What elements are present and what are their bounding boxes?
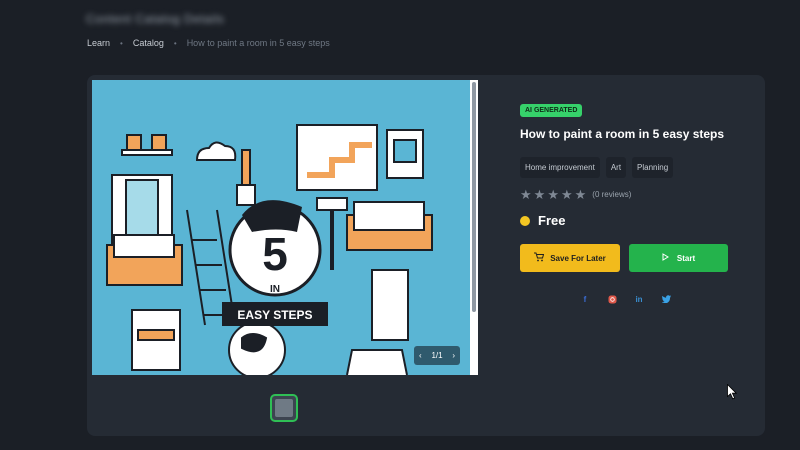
instagram-icon[interactable] <box>607 294 617 304</box>
breadcrumb-separator: • <box>173 38 177 48</box>
pager-count: 1/1 <box>431 351 443 360</box>
star-icon: ★ <box>574 187 587 202</box>
breadcrumb-separator: • <box>120 38 123 48</box>
mouse-cursor-icon <box>727 384 737 400</box>
coin-icon <box>520 215 530 226</box>
breadcrumb-current: How to paint a room in 5 easy steps <box>186 38 330 48</box>
course-cover-illustration: 5 IN EASY STEPS <box>92 80 470 375</box>
image-pager[interactable]: ‹ 1/1 › <box>414 346 460 365</box>
pager-prev-icon[interactable]: ‹ <box>419 351 422 360</box>
start-label: Start <box>676 253 696 263</box>
star-icon: ★ <box>547 187 559 202</box>
price-label: Free <box>538 213 566 228</box>
media-thumbnail[interactable] <box>270 394 298 422</box>
save-for-later-button[interactable]: Save For Later <box>520 244 620 272</box>
illustration-word: IN <box>270 284 280 295</box>
save-for-later-label: Save For Later <box>550 253 606 263</box>
pager-next-icon[interactable]: › <box>452 351 455 360</box>
star-icon: ★ <box>560 187 573 202</box>
action-buttons: Save For Later Start <box>520 244 750 272</box>
illustration-number: 5 <box>262 228 288 280</box>
breadcrumb-catalog[interactable]: Catalog <box>133 38 164 48</box>
ai-generated-badge: AI GENERATED <box>520 104 583 117</box>
star-icon: ★ <box>520 187 532 202</box>
price: Free <box>520 213 750 228</box>
start-button[interactable]: Start <box>629 244 728 272</box>
breadcrumb: Learn • Catalog • How to paint a room in… <box>87 38 330 48</box>
course-title: How to paint a room in 5 easy steps <box>520 127 725 141</box>
social-share: f in <box>520 294 750 304</box>
tag-item[interactable]: Art <box>605 157 627 178</box>
tag-list: Home improvement Art Planning <box>520 157 750 178</box>
page-header-title: Content Catalog Details <box>86 12 225 26</box>
course-details: AI GENERATED How to paint a room in 5 ea… <box>520 99 750 304</box>
play-icon <box>662 253 669 263</box>
thumbnail-image <box>275 399 293 417</box>
rating: ★ ★ ★ ★ ★ (0 reviews) <box>520 188 750 201</box>
reviews-count: (0 reviews) <box>592 190 632 199</box>
tag-item[interactable]: Home improvement <box>520 157 600 178</box>
twitter-icon[interactable] <box>661 294 671 304</box>
illustration-banner: EASY STEPS <box>237 308 312 322</box>
breadcrumb-learn[interactable]: Learn <box>87 38 110 48</box>
facebook-icon[interactable]: f <box>580 294 590 304</box>
tag-item[interactable]: Planning <box>632 157 674 178</box>
star-icon: ★ <box>533 187 546 202</box>
media-scrollbar[interactable] <box>470 80 478 375</box>
course-card: 5 IN EASY STEPS ‹ 1/1 › AI GENERATED How… <box>87 75 765 436</box>
linkedin-icon[interactable]: in <box>634 294 644 304</box>
cart-plus-icon <box>534 252 545 264</box>
media-viewer[interactable]: 5 IN EASY STEPS ‹ 1/1 › <box>92 80 478 375</box>
scrollbar-thumb[interactable] <box>472 82 476 312</box>
